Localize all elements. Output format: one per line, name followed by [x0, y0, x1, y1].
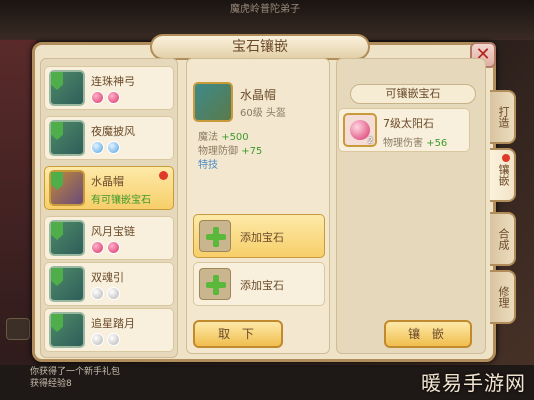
tab-combine[interactable]: 合成 [490, 212, 516, 266]
gem-name: 7级太阳石 [383, 117, 434, 130]
gem-sockets [91, 141, 120, 154]
gem-sockets [91, 287, 120, 300]
equipment-name: 双魂引 [91, 271, 124, 284]
red-gem-icon [91, 241, 104, 254]
grey-gem-icon [107, 333, 120, 346]
sun-stone-icon: 2 [343, 113, 377, 147]
equipment-name: 连珠神弓 [91, 75, 135, 88]
equipment-item[interactable]: 风月宝链 [44, 216, 174, 260]
inlay-button[interactable]: 镶 嵌 [384, 320, 472, 348]
equipment-item-selected[interactable]: 水晶帽 有可镶嵌宝石 [44, 166, 174, 210]
gem-count: 2 [367, 136, 373, 145]
scene-npc-text: 魔虎岭普陀弟子 [230, 4, 300, 15]
gem-sockets [91, 91, 120, 104]
gem-slot[interactable]: 添加宝石 [193, 214, 325, 258]
necklace-icon [49, 220, 85, 256]
gem-slot-label: 添加宝石 [240, 279, 284, 292]
grey-gem-icon [91, 287, 104, 300]
watermark: 暖易手游网 [421, 371, 526, 395]
equipped-tag-icon [51, 222, 63, 240]
gem-slot-label: 添加宝石 [240, 231, 284, 244]
red-gem-icon [107, 91, 120, 104]
item-stat: 魔法 +500 [198, 128, 249, 143]
chat-icon[interactable] [6, 318, 30, 340]
equipment-name: 追星踏月 [91, 317, 135, 330]
equipped-tag-icon [51, 172, 63, 190]
tab-repair[interactable]: 修理 [490, 270, 516, 324]
grey-gem-icon [107, 287, 120, 300]
tab-forge[interactable]: 打造 [490, 90, 516, 144]
helmet-icon [193, 82, 233, 122]
chat-line: 你获得了一个新手礼包 [30, 367, 121, 377]
blue-gem-icon [91, 141, 104, 154]
grey-gem-icon [91, 333, 104, 346]
item-name: 水晶帽 [240, 88, 277, 102]
red-gem-icon [107, 241, 120, 254]
equipped-tag-icon [51, 72, 63, 90]
gem-stat-label: 物理伤害 [383, 138, 423, 149]
gem-stat-value: +56 [426, 138, 448, 149]
blue-gem-icon [107, 141, 120, 154]
cloak-icon [49, 120, 85, 156]
equipped-tag-icon [51, 314, 63, 332]
helmet-icon [49, 170, 85, 206]
panel-title: 宝石镶嵌 [150, 34, 370, 60]
gem-slot[interactable]: 添加宝石 [193, 262, 325, 306]
chat-line: 获得经验8 [30, 379, 72, 389]
equipped-tag-icon [51, 268, 63, 286]
plus-icon [199, 220, 231, 252]
tab-inlay-label: 镶嵌 [497, 164, 510, 186]
equipment-item[interactable]: 夜魔披风 [44, 116, 174, 160]
belt-icon [49, 266, 85, 302]
item-stat: 物理防御 +75 [198, 142, 262, 157]
item-level-slot: 60级 头盔 [240, 108, 286, 119]
gem-sockets [91, 241, 120, 254]
notify-dot-icon [502, 154, 510, 162]
remove-button[interactable]: 取 下 [193, 320, 283, 348]
equipment-hint: 有可镶嵌宝石 [91, 195, 151, 206]
equipment-name: 风月宝链 [91, 225, 135, 238]
gem-stat: 物理伤害 +56 [383, 134, 447, 149]
gem-card[interactable]: 2 7级太阳石 物理伤害 +56 [338, 108, 470, 152]
equipment-item[interactable]: 连珠神弓 [44, 66, 174, 110]
gem-list-title: 可镶嵌宝石 [350, 84, 476, 104]
left-scene [0, 40, 36, 400]
equipment-item[interactable]: 追星踏月 [44, 308, 174, 352]
equipped-tag-icon [51, 122, 63, 140]
notify-dot-icon [159, 171, 168, 180]
chat-log: 你获得了一个新手礼包 获得经验8 [30, 366, 120, 390]
equipment-name: 夜魔披风 [91, 125, 135, 138]
stat-value: +75 [241, 146, 263, 157]
item-special: 特技 [198, 160, 218, 171]
red-gem-icon [91, 91, 104, 104]
equipment-name: 水晶帽 [91, 175, 124, 188]
bow-icon [49, 70, 85, 106]
plus-icon [199, 268, 231, 300]
boots-icon [49, 312, 85, 348]
gem-sockets [91, 333, 120, 346]
tab-inlay[interactable]: 镶嵌 [490, 148, 516, 202]
equipment-item[interactable]: 双魂引 [44, 262, 174, 306]
